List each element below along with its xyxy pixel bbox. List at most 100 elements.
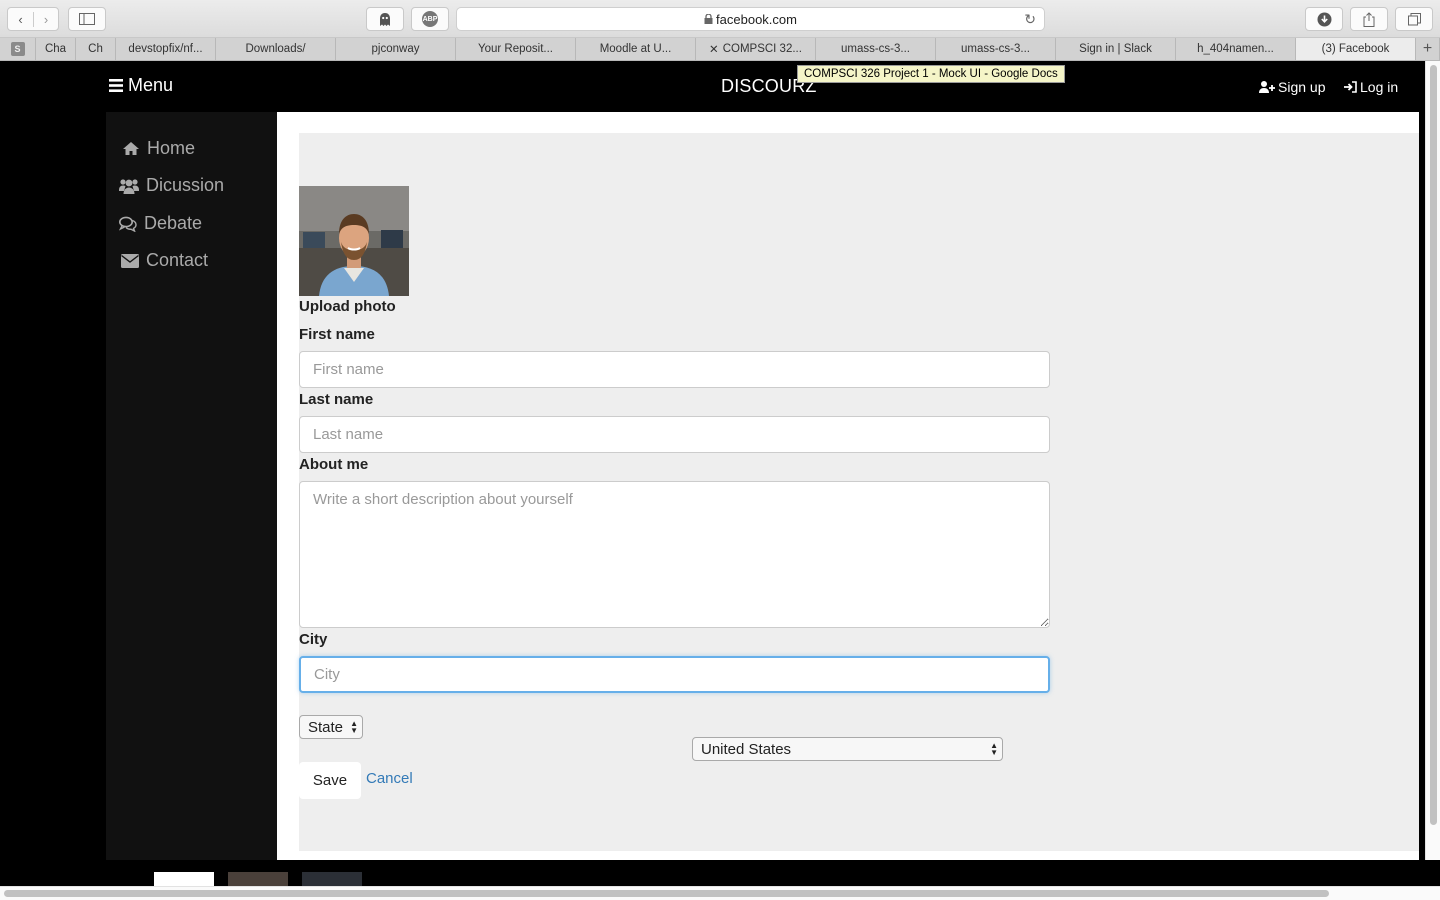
tab-3[interactable]: devstopfix/nf... <box>116 38 216 60</box>
lock-icon <box>704 14 713 24</box>
horizontal-scrollbar[interactable] <box>0 886 1440 900</box>
page-bottom <box>0 860 1440 900</box>
tab-9[interactable]: umass-cs-3... <box>816 38 936 60</box>
tab-label: (3) Facebook <box>1321 43 1390 55</box>
tabs-icon <box>1407 12 1421 25</box>
profile-photo[interactable] <box>299 186 409 296</box>
web-page: Menu DISCOURZ Sign up Log in COMPSCI 326… <box>0 61 1440 860</box>
share-icon <box>1363 11 1375 27</box>
adblock-icon: ABP <box>422 11 438 27</box>
vertical-scrollbar-thumb[interactable] <box>1430 65 1437 825</box>
vertical-scrollbar[interactable] <box>1425 61 1440 860</box>
share-button[interactable] <box>1350 7 1388 31</box>
tab-13-active[interactable]: (3) Facebook <box>1296 38 1416 60</box>
tab-label: Moodle at U... <box>599 43 672 55</box>
main-content: Upload photo First name Last name About … <box>277 112 1419 860</box>
select-arrows-icon: ▲ ▼ <box>990 741 998 757</box>
state-select[interactable]: State ▲ ▼ <box>299 715 363 739</box>
about-me-textarea[interactable] <box>299 481 1050 628</box>
city-input[interactable] <box>299 656 1050 693</box>
tab-10[interactable]: umass-cs-3... <box>936 38 1056 60</box>
tab-label: devstopfix/nf... <box>128 43 203 55</box>
sidebar-item-contact[interactable]: Contact <box>121 250 208 271</box>
tab-8[interactable]: ✕ COMPSCI 32... <box>696 38 816 60</box>
horizontal-scrollbar-thumb[interactable] <box>4 890 1329 897</box>
country-select-value: United States <box>701 740 792 758</box>
sign-in-icon <box>1344 81 1357 93</box>
reload-icon[interactable]: ↻ <box>1024 11 1036 28</box>
signup-label: Sign up <box>1278 79 1326 95</box>
ghostery-button[interactable] <box>366 7 404 31</box>
tab-label: pjconway <box>371 43 420 55</box>
back-icon[interactable]: ‹ <box>8 12 33 27</box>
adblock-button[interactable]: ABP <box>411 7 449 31</box>
menu-label: Menu <box>128 75 174 95</box>
tab-6[interactable]: Your Reposit... <box>456 38 576 60</box>
back-forward-buttons[interactable]: ‹ › <box>7 7 59 31</box>
sidebar-item-label: Contact <box>146 250 209 270</box>
comments-icon <box>119 216 137 232</box>
sidebar-item-home[interactable]: Home <box>122 138 195 159</box>
menu-button[interactable]: Menu <box>109 75 173 96</box>
browser-toolbar: ‹ › ABP facebook.com ↻ <box>0 0 1440 38</box>
state-select-value: State <box>308 718 344 736</box>
tabs-overview-button[interactable] <box>1395 7 1433 31</box>
tab-label: umass-cs-3... <box>960 43 1030 55</box>
sidebar-icon <box>79 13 95 25</box>
pinned-tab[interactable]: S <box>0 38 36 60</box>
tab-label: Cha <box>44 43 67 55</box>
tab-1[interactable]: Cha <box>36 38 76 60</box>
top-navbar: Menu DISCOURZ Sign up Log in COMPSCI 326… <box>0 61 1425 112</box>
city-label: City <box>299 631 328 648</box>
tab-4[interactable]: Downloads/ <box>216 38 336 60</box>
tab-strip: S Cha Ch devstopfix/nf... Downloads/ pjc… <box>0 38 1440 61</box>
tab-11[interactable]: Sign in | Slack <box>1056 38 1176 60</box>
tab-label: h_404namen... <box>1197 43 1274 55</box>
tab-label: Downloads/ <box>245 43 306 55</box>
plus-icon[interactable]: + <box>1423 40 1432 58</box>
sidebar-item-label: Debate <box>144 213 203 233</box>
user-plus-icon <box>1259 81 1275 93</box>
pinned-tab-icon: S <box>10 42 25 56</box>
select-arrows-icon: ▲ ▼ <box>350 719 358 735</box>
sidebar: Home Dicussion Debate Contact <box>106 112 277 860</box>
download-icon <box>1317 12 1331 26</box>
tab-label: Your Reposit... <box>477 43 553 55</box>
thumbnail-3[interactable] <box>302 872 362 886</box>
last-name-input[interactable] <box>299 416 1050 453</box>
ghost-icon <box>380 12 390 26</box>
sidebar-item-discussion[interactable]: Dicussion <box>119 175 224 196</box>
address-bar[interactable]: facebook.com ↻ <box>456 7 1045 31</box>
signup-link[interactable]: Sign up <box>1259 79 1325 95</box>
home-icon <box>123 142 139 155</box>
save-button[interactable]: Save <box>299 762 361 799</box>
thumbnail-1[interactable] <box>154 872 214 886</box>
url-text: facebook.com <box>716 11 797 27</box>
tab-5[interactable]: pjconway <box>336 38 456 60</box>
downloads-button[interactable] <box>1305 7 1343 31</box>
envelope-icon <box>121 253 139 268</box>
login-label: Log in <box>1360 79 1399 95</box>
tab-tooltip: COMPSCI 326 Project 1 - Mock UI - Google… <box>797 65 1065 83</box>
first-name-input[interactable] <box>299 351 1050 388</box>
forward-icon[interactable]: › <box>32 11 58 27</box>
tab-2[interactable]: Ch <box>76 38 116 60</box>
tab-12[interactable]: h_404namen... <box>1176 38 1296 60</box>
sidebar-item-debate[interactable]: Debate <box>119 213 202 234</box>
first-name-label: First name <box>299 326 375 343</box>
users-icon <box>119 178 139 194</box>
hamburger-icon <box>109 79 123 92</box>
tab-label: Ch <box>88 43 103 55</box>
tab-7[interactable]: Moodle at U... <box>576 38 696 60</box>
sidebar-toggle-button[interactable] <box>68 7 106 31</box>
last-name-label: Last name <box>299 391 374 408</box>
new-tab-button[interactable]: + <box>1416 38 1440 60</box>
cancel-link[interactable]: Cancel <box>366 770 413 787</box>
close-tab-icon[interactable]: ✕ <box>709 42 719 56</box>
login-link[interactable]: Log in <box>1344 79 1398 95</box>
about-me-label: About me <box>299 456 369 473</box>
sidebar-item-label: Dicussion <box>146 175 225 195</box>
country-select[interactable]: United States ▲ ▼ <box>692 737 1003 761</box>
thumbnail-2[interactable] <box>228 872 288 886</box>
upload-photo-label[interactable]: Upload photo <box>299 298 396 315</box>
